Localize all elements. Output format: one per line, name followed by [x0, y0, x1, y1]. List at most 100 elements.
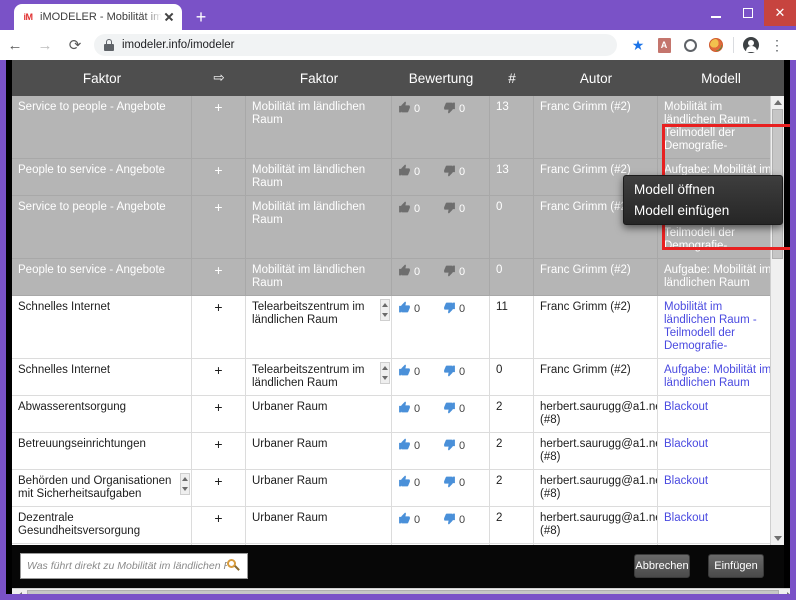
cell-count[interactable]: 13 — [490, 159, 534, 195]
cell-autor[interactable]: Franc Grimm (#2) — [534, 96, 658, 158]
table-row[interactable]: Dezentrale Gesundheitsversorgung + Urbaner… — [12, 507, 784, 544]
cell-autor[interactable]: Franc Grimm (#2) — [534, 359, 658, 395]
cell-faktor-source[interactable]: Betreuungseinrichtungen — [12, 433, 192, 469]
cell-direction-sign[interactable]: + — [192, 359, 246, 395]
thumbs-up-icon[interactable] — [398, 438, 411, 455]
modell-link[interactable]: Mobilität im ländlichen Raum - Teilmodel… — [664, 101, 757, 152]
close-tab-icon[interactable] — [162, 10, 176, 24]
forward-icon[interactable]: → — [30, 30, 60, 60]
thumbs-down-icon[interactable] — [443, 264, 456, 281]
cell-autor[interactable]: Franc Grimm (#2) — [534, 296, 658, 358]
modell-link[interactable]: Blackout — [664, 438, 708, 450]
cell-bewertung[interactable]: 00 — [392, 96, 490, 158]
cell-scroll-spinner[interactable] — [180, 473, 190, 495]
cell-faktor-source[interactable]: Service to people - Angebote — [12, 96, 192, 158]
scroll-down-icon[interactable] — [771, 532, 785, 545]
table-row[interactable]: Behörden und Organisationen mit Sicherhe… — [12, 470, 784, 507]
cell-modell[interactable]: Aufgabe: Mobilität im ländlichen Raum — [658, 259, 784, 295]
cell-faktor-target[interactable]: Telearbeitszentrum im ländlichen Raum — [246, 296, 392, 358]
cell-direction-sign[interactable]: + — [192, 507, 246, 543]
cell-bewertung[interactable]: 00 — [392, 433, 490, 469]
search-input[interactable]: Was führt direkt zu Mobilität im ländlic… — [20, 553, 248, 579]
cell-modell[interactable]: Blackout — [658, 433, 784, 469]
scroll-right-icon[interactable] — [782, 589, 790, 594]
cell-direction-sign[interactable]: + — [192, 296, 246, 358]
cell-autor[interactable]: herbert.saurugg@a1.net (#8) — [534, 396, 658, 432]
cell-faktor-source[interactable]: Abwasserentsorgung — [12, 396, 192, 432]
cell-count[interactable]: 2 — [490, 396, 534, 432]
cell-bewertung[interactable]: 00 — [392, 396, 490, 432]
column-header-autor[interactable]: Autor — [534, 60, 658, 96]
cell-bewertung[interactable]: 00 — [392, 470, 490, 506]
circle-extension-icon[interactable] — [677, 30, 703, 60]
table-row[interactable]: Service to people - Angebote + Mobilität i… — [12, 96, 784, 159]
insert-button[interactable]: Einfügen — [708, 554, 764, 578]
modell-link[interactable]: Aufgabe: Mobilität im ländlichen Raum — [664, 364, 771, 389]
cell-faktor-source[interactable]: People to service - Angebote — [12, 259, 192, 295]
maximize-window-button[interactable] — [732, 0, 764, 26]
cell-faktor-target[interactable]: Urbaner Raum — [246, 470, 392, 506]
new-tab-button[interactable]: + — [190, 7, 212, 29]
cell-faktor-source[interactable]: Schnelles Internet — [12, 359, 192, 395]
cell-bewertung[interactable]: 00 — [392, 196, 490, 258]
cell-modell[interactable]: Blackout — [658, 396, 784, 432]
reload-icon[interactable]: ⟳ — [60, 30, 90, 60]
table-row[interactable]: Schnelles Internet + Telearbeitszentrum im… — [12, 359, 784, 396]
star-icon[interactable]: ★ — [625, 30, 651, 60]
thumbs-down-icon[interactable] — [443, 512, 456, 529]
cell-bewertung[interactable]: 00 — [392, 359, 490, 395]
cell-faktor-target[interactable]: Urbaner Raum — [246, 433, 392, 469]
cell-modell[interactable]: Aufgabe: Mobilität im ländlichen Raum — [658, 359, 784, 395]
page-horizontal-scrollbar[interactable] — [12, 588, 790, 594]
cell-count[interactable]: 13 — [490, 96, 534, 158]
kebab-menu-icon[interactable]: ⋮ — [764, 30, 790, 60]
cell-direction-sign[interactable]: + — [192, 159, 246, 195]
cell-faktor-target[interactable]: Urbaner Raum — [246, 507, 392, 543]
cell-modell[interactable]: Mobilität im ländlichen Raum - Teilmodel… — [658, 96, 784, 158]
cell-faktor-target[interactable]: Mobilität im ländlichen Raum — [246, 259, 392, 295]
context-menu-item-modell-oeffnen[interactable]: Modell öffnen — [624, 179, 782, 200]
horizontal-scrollbar-thumb[interactable] — [27, 590, 779, 594]
cell-faktor-source[interactable]: Dezentrale Gesundheitsversorgung — [12, 507, 192, 543]
cell-modell[interactable]: Blackout — [658, 507, 784, 543]
thumbs-down-icon[interactable] — [443, 201, 456, 218]
column-header-faktor-source[interactable]: Faktor — [12, 60, 192, 96]
table-row[interactable]: People to service - Angebote + Mobilität i… — [12, 259, 784, 296]
table-row[interactable]: Betreuungseinrichtungen + Urbaner Raum 0 0 2 h… — [12, 433, 784, 470]
cell-count[interactable]: 2 — [490, 433, 534, 469]
cell-modell[interactable]: Mobilität im ländlichen Raum - Teilmodel… — [658, 296, 784, 358]
thumbs-up-icon[interactable] — [398, 475, 411, 492]
modell-link[interactable]: Blackout — [664, 475, 708, 487]
back-icon[interactable]: ← — [0, 30, 30, 60]
thumbs-down-icon[interactable] — [443, 475, 456, 492]
cell-count[interactable]: 0 — [490, 259, 534, 295]
cell-faktor-target[interactable]: Mobilität im ländlichen Raum — [246, 159, 392, 195]
cell-faktor-source[interactable]: Schnelles Internet — [12, 296, 192, 358]
cell-count[interactable]: 0 — [490, 196, 534, 258]
cell-faktor-source[interactable]: Behörden und Organisationen mit Sicherhe… — [12, 470, 192, 506]
context-menu-item-modell-einfuegen[interactable]: Modell einfügen — [624, 200, 782, 221]
cell-direction-sign[interactable]: + — [192, 470, 246, 506]
close-window-button[interactable]: ✕ — [764, 0, 796, 26]
modell-link[interactable]: Blackout — [664, 512, 708, 524]
cell-faktor-source[interactable]: People to service - Angebote — [12, 159, 192, 195]
thumbs-up-icon[interactable] — [398, 164, 411, 181]
cell-direction-sign[interactable]: + — [192, 96, 246, 158]
cell-bewertung[interactable]: 00 — [392, 259, 490, 295]
cell-bewertung[interactable]: 00 — [392, 507, 490, 543]
cell-count[interactable]: 2 — [490, 507, 534, 543]
thumbs-down-icon[interactable] — [443, 364, 456, 381]
browser-tab[interactable]: iM iMODELER - Mobilität im ländlich — [14, 4, 182, 30]
column-header-direction-arrow-icon[interactable]: ⇨ — [192, 60, 246, 96]
column-header-count[interactable]: # — [490, 60, 534, 96]
cell-bewertung[interactable]: 00 — [392, 159, 490, 195]
cell-faktor-target[interactable]: Telearbeitszentrum im ländlichen Raum — [246, 359, 392, 395]
globe-extension-icon[interactable] — [703, 30, 729, 60]
modell-link[interactable]: Aufgabe: Mobilität im ländlichen Raum — [664, 264, 771, 289]
column-header-bewertung[interactable]: Bewertung — [392, 60, 490, 96]
cancel-button[interactable]: Abbrechen — [634, 554, 690, 578]
thumbs-up-icon[interactable] — [398, 264, 411, 281]
thumbs-up-icon[interactable] — [398, 101, 411, 118]
cell-scroll-spinner[interactable] — [380, 299, 390, 321]
scroll-left-icon[interactable] — [12, 589, 26, 594]
